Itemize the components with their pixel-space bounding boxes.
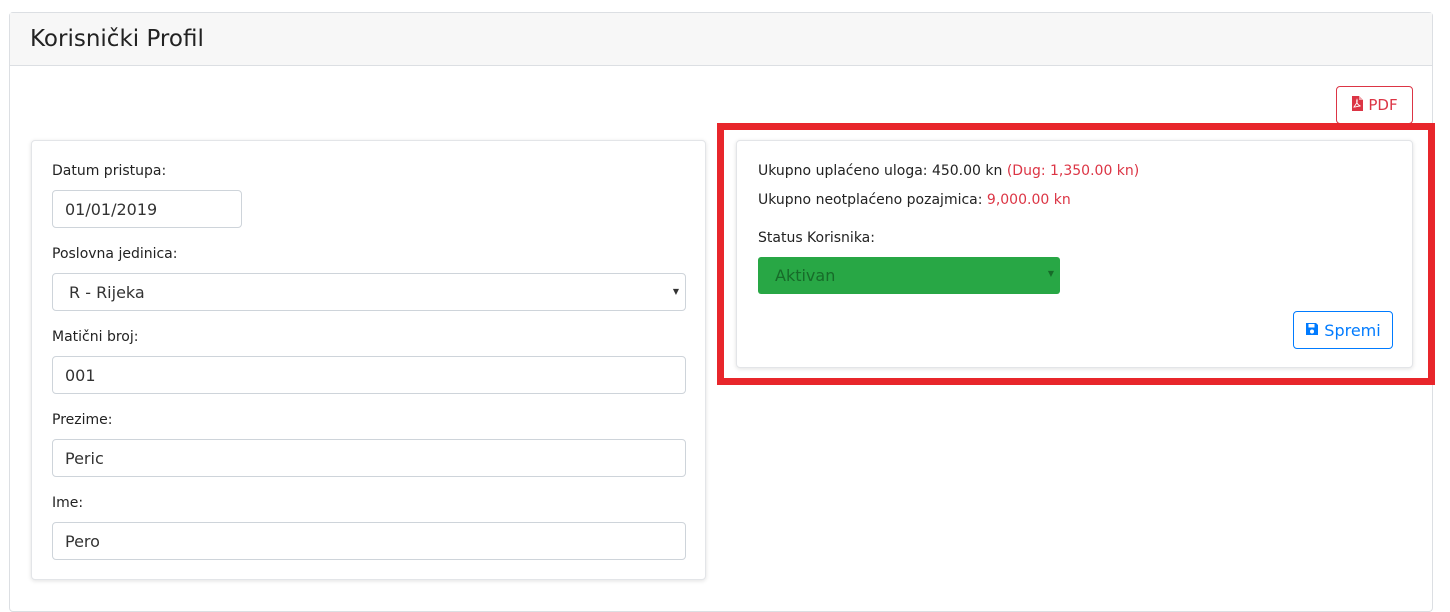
pdf-button-label: PDF: [1368, 96, 1398, 114]
paid-summary: Ukupno uplaćeno uloga: 450.00 kn (Dug: 1…: [758, 163, 1139, 179]
status-select[interactable]: Aktivan ▼: [758, 257, 1060, 294]
unit-label: Poslovna jedinica:: [52, 246, 178, 262]
unit-select-value: R - Rijeka: [69, 282, 145, 302]
chevron-down-icon: ▼: [1047, 269, 1054, 278]
surname-label: Prezime:: [52, 412, 113, 428]
surname-input[interactable]: Peric: [52, 439, 686, 477]
save-button-label: Spremi: [1324, 320, 1381, 340]
file-pdf-icon: [1351, 95, 1364, 115]
pdf-button[interactable]: PDF: [1336, 86, 1413, 124]
debt-value: (Dug: 1,350.00 kn): [1006, 163, 1140, 179]
unit-select[interactable]: R - Rijeka ▼: [52, 273, 686, 311]
reg-number-label: Matični broj:: [52, 329, 139, 345]
save-button[interactable]: Spremi: [1293, 311, 1393, 349]
save-icon: [1305, 321, 1319, 340]
page-title: Korisnički Profil: [30, 26, 204, 52]
status-select-value: Aktivan: [775, 266, 836, 285]
card-header: Korisnički Profil: [10, 13, 1432, 66]
user-details-panel: Datum pristupa: 01/01/2019 Poslovna jedi…: [31, 140, 706, 580]
date-label: Datum pristupa:: [52, 163, 167, 179]
unpaid-value: 9,000.00 kn: [986, 192, 1071, 208]
name-input[interactable]: Pero: [52, 522, 686, 560]
unpaid-summary: Ukupno neotplaćeno pozajmica: 9,000.00 k…: [758, 192, 1071, 208]
summary-panel: Ukupno uplaćeno uloga: 450.00 kn (Dug: 1…: [736, 140, 1413, 368]
paid-label: Ukupno uplaćeno uloga: 450.00 kn: [758, 163, 1003, 179]
name-label: Ime:: [52, 495, 84, 511]
date-input[interactable]: 01/01/2019: [52, 190, 242, 228]
reg-number-input[interactable]: 001: [52, 356, 686, 394]
chevron-down-icon: ▼: [672, 287, 679, 296]
status-label: Status Korisnika:: [758, 230, 875, 246]
unpaid-label: Ukupno neotplaćeno pozajmica:: [758, 192, 983, 208]
